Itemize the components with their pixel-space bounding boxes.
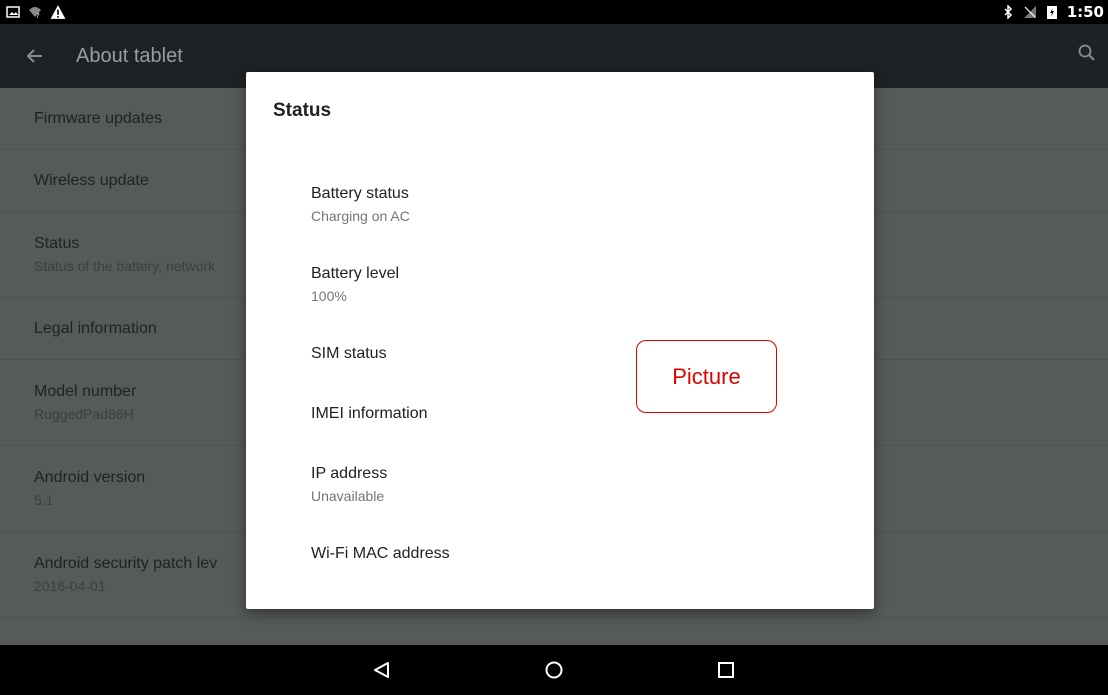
status-list[interactable]: Battery status Charging on AC Battery le… <box>246 164 874 570</box>
bluetooth-icon <box>1004 5 1012 19</box>
page-title: About tablet <box>76 44 183 67</box>
recents-square-icon <box>718 662 734 678</box>
status-item-ip-address[interactable]: IP address Unavailable <box>246 444 874 524</box>
clock: 1:50 <box>1066 3 1104 21</box>
search-icon <box>1078 44 1095 61</box>
nav-recents-button[interactable] <box>640 660 812 680</box>
warning-icon <box>50 5 66 19</box>
navigation-bar <box>0 645 1108 695</box>
status-bar-right: 1:50 <box>1001 3 1104 21</box>
back-button[interactable] <box>0 47 76 65</box>
status-item-sim-status[interactable]: SIM status <box>246 324 874 384</box>
status-item-imei-information[interactable]: IMEI information <box>246 384 874 444</box>
status-item-title: Battery status <box>311 184 409 202</box>
status-item-wifi-mac-address[interactable]: Wi-Fi MAC address <box>246 524 874 570</box>
picture-notification-icon <box>6 6 20 18</box>
status-item-battery-status[interactable]: Battery status Charging on AC <box>246 164 874 244</box>
dialog-title: Status <box>273 100 332 121</box>
status-item-title: IP address <box>311 464 388 482</box>
wifi-no-internet-icon: ? <box>29 7 41 19</box>
nav-back-button[interactable] <box>296 660 468 680</box>
no-signal-icon <box>1023 6 1036 18</box>
status-item-value: Unavailable <box>311 487 385 504</box>
status-item-battery-level[interactable]: Battery level 100% <box>246 244 874 324</box>
status-item-value: 100% <box>311 287 347 304</box>
status-bar: ? 1:50 <box>0 0 1108 24</box>
status-item-title: SIM status <box>311 345 387 362</box>
home-circle-icon <box>545 661 563 679</box>
svg-text:?: ? <box>36 12 40 19</box>
picture-annotation: Picture <box>636 340 777 413</box>
search-button[interactable] <box>1078 44 1096 67</box>
status-item-title: Battery level <box>311 264 400 282</box>
arrow-left-icon <box>26 49 42 63</box>
status-item-value: Charging on AC <box>311 207 410 224</box>
status-bar-left: ? <box>6 4 66 20</box>
battery-charging-icon <box>1046 6 1057 19</box>
status-item-title: Wi-Fi MAC address <box>311 545 450 562</box>
status-dialog: Status Battery status Charging on AC Bat… <box>246 72 874 609</box>
back-triangle-icon <box>374 662 389 678</box>
status-item-title: IMEI information <box>311 405 428 422</box>
nav-home-button[interactable] <box>468 660 640 680</box>
